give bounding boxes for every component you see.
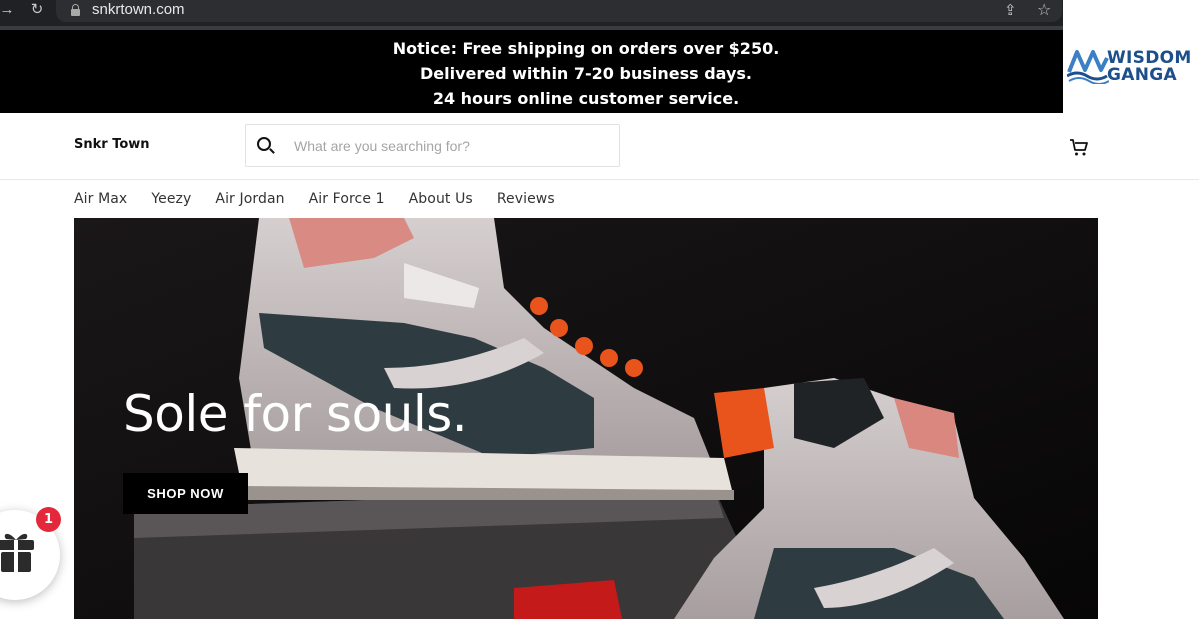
nav-item-air-jordan[interactable]: Air Jordan [215,188,284,212]
browser-toolbar: → ↻ snkrtown.com ⇪ ☆ [0,0,1063,26]
cart-icon[interactable] [1069,137,1089,157]
lock-icon[interactable] [71,4,80,16]
nav-item-yeezy[interactable]: Yeezy [151,188,191,212]
nav-item-about-us[interactable]: About Us [409,188,473,212]
gift-count-badge: 1 [36,507,61,532]
notice-line-shipping: Notice: Free shipping on orders over $25… [392,39,780,58]
address-bar[interactable]: snkrtown.com ⇪ ☆ [56,0,1062,22]
watermark-line-2: GANGA [1107,65,1177,85]
gift-icon[interactable] [0,528,36,574]
bookmark-star-icon[interactable]: ☆ [1037,0,1051,20]
notice-bar: Notice: Free shipping on orders over $25… [0,30,1063,113]
back-arrow-icon[interactable]: → [0,0,18,22]
search-icon[interactable] [257,137,275,155]
nav-item-air-max[interactable]: Air Max [74,188,127,212]
site-header: Snkr Town [0,113,1199,180]
search-box[interactable] [245,124,620,167]
hero-title: Sole for souls. [123,385,468,443]
shop-now-button[interactable]: SHOP NOW [123,473,248,514]
wave-logo-icon [1067,50,1109,84]
watermark-text: WISDOM GANGA [1107,50,1192,84]
share-icon[interactable]: ⇪ [1004,1,1017,19]
notice-line-delivery: Delivered within 7-20 business days. [419,64,752,83]
main-nav: Air Max Yeezy Air Jordan Air Force 1 Abo… [74,188,579,212]
search-input[interactable] [294,125,614,166]
nav-item-air-force-1[interactable]: Air Force 1 [309,188,385,212]
brand-logo-link[interactable]: Snkr Town [74,137,150,152]
wisdom-ganga-watermark: WISDOM GANGA [1063,0,1199,112]
url-text[interactable]: snkrtown.com [92,1,185,18]
notice-line-service: 24 hours online customer service. [432,89,740,108]
hero-banner: Sole for souls. SHOP NOW [74,218,1098,619]
reload-icon[interactable]: ↻ [26,0,48,22]
nav-item-reviews[interactable]: Reviews [497,188,555,212]
